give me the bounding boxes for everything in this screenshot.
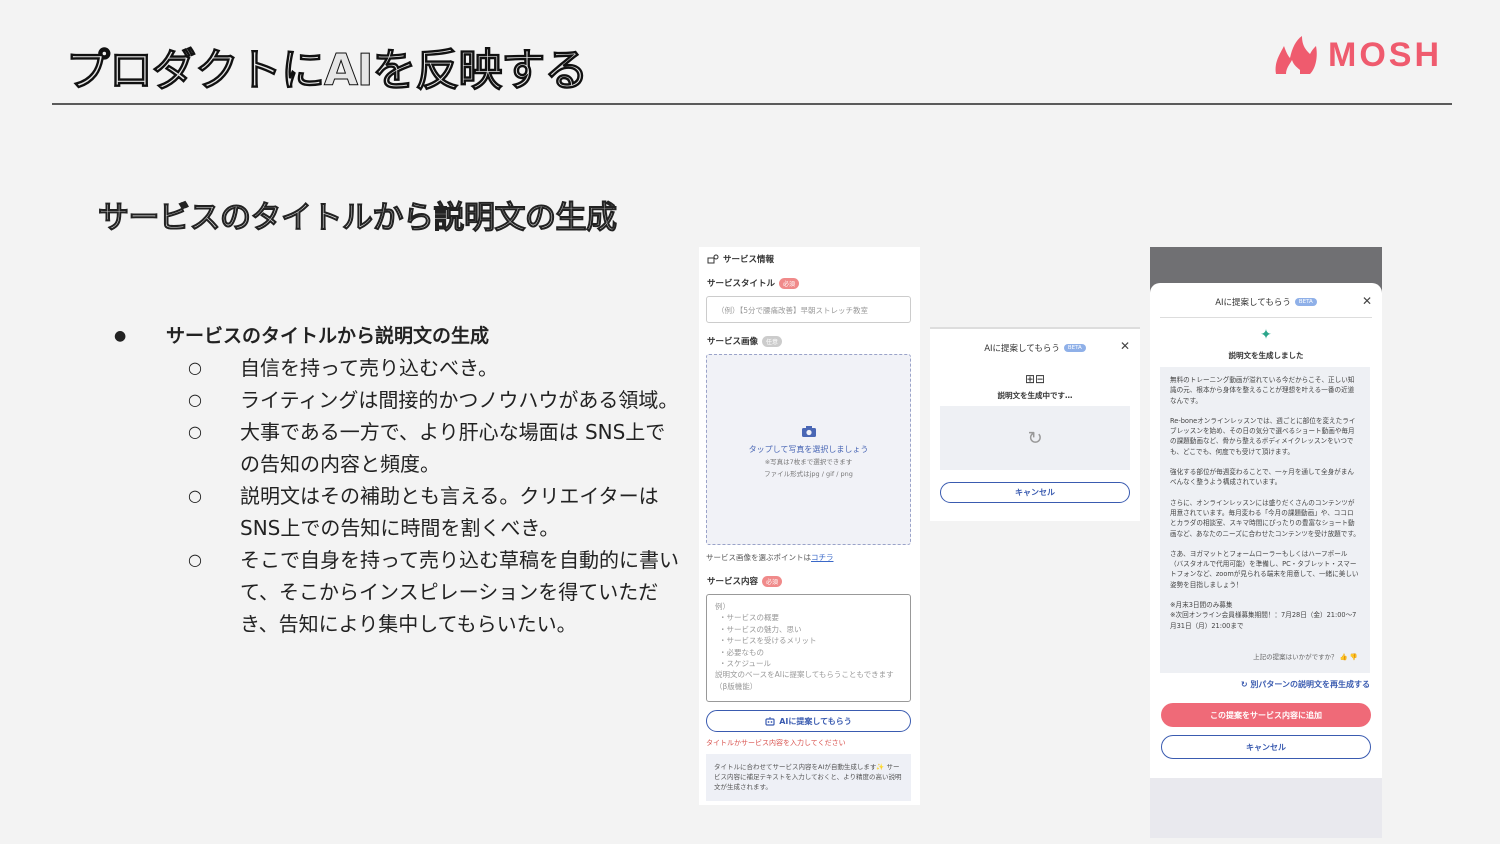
sub-bullet-marker: ○ <box>188 358 202 377</box>
slide-title: プロダクトにAIを反映する <box>65 45 588 97</box>
section-subtitle: サービスのタイトルから説明文の生成 <box>98 200 618 237</box>
bullet-dot: ● <box>114 328 127 344</box>
flame-logo-icon <box>1275 36 1317 74</box>
sub-bullet: ○ 説明文はその補助とも言える。クリエイターはSNS上での告知に時間を割くべき。 <box>188 480 680 544</box>
upload-note-format: ファイル形式はjpg / gif / png <box>764 470 853 478</box>
add-to-content-button[interactable]: この提案をサービス内容に追加 <box>1161 703 1371 727</box>
generated-description: 無料のトレーニング動画が溢れている今だからこそ、正しい知識の元、根本から身体を整… <box>1160 367 1370 673</box>
modal-title: AIに提案してもらう BETA <box>1150 296 1382 308</box>
ai-info-note: タイトルに合わせてサービス内容をAIが自動生成します✨ サービス内容に補足テキス… <box>706 754 911 801</box>
sub-bullet-text: 大事である一方で、より肝心な場面は SNS上での告知の内容と頻度。 <box>240 420 666 476</box>
description-paragraph: さらに、オンラインレッスンには盛りだくさんのコンテンツが用意されています。毎月変… <box>1170 498 1360 538</box>
description-paragraph: ※月末3日間のみ募集 ※次回オンライン会員様募集期間！：7月28日（金）21:0… <box>1170 601 1357 630</box>
modal-divider <box>1160 317 1372 318</box>
placeholder-line: ・必要なもの <box>719 647 764 657</box>
required-badge: 必須 <box>779 277 800 289</box>
placeholder-line: ・サービスを受けるメリット <box>719 636 817 646</box>
generated-text: 説明文を生成しました <box>1228 351 1304 360</box>
image-tip-link[interactable]: コチラ <box>811 553 834 562</box>
image-label: サービス画像 任意 <box>707 335 783 347</box>
bullet-list: ● サービスのタイトルから説明文の生成 ○ 自信を持って売り込むべき。 ○ ライティ… <box>110 320 680 640</box>
content-label: サービス内容 必須 <box>707 575 783 587</box>
form-section-header: サービス情報 <box>707 253 774 265</box>
content-label-text: サービス内容 <box>707 577 759 587</box>
ai-suggest-label: AIに提案してもらう <box>779 716 852 726</box>
optional-badge: 任意 <box>762 335 783 347</box>
sub-bullet-text: 自信を持って売り込むべき。 <box>240 356 498 380</box>
logo-text: MOSH <box>1328 35 1442 74</box>
title-divider <box>52 103 1452 105</box>
ai-suggest-button[interactable]: AIに提案してもらう <box>706 710 911 732</box>
robot-chat-icon: ⊞⊟ <box>1024 372 1046 386</box>
beta-badge: BETA <box>1063 344 1086 352</box>
service-info-icon <box>707 254 719 264</box>
modal-title-text: AIに提案してもらう <box>984 344 1060 354</box>
service-content-textarea[interactable]: 例） ・サービスの概要 ・サービスの魅力、思い ・サービスを受けるメリット ・必… <box>706 594 911 702</box>
robot-icon <box>765 716 775 726</box>
sub-bullet-marker: ○ <box>188 550 202 569</box>
sub-bullet: ○ ライティングは間接的かつノウハウがある領域。 <box>188 384 680 416</box>
service-title-input[interactable]: （例）【5分で腰痛改善】早朝ストレッチ教室 <box>706 296 911 323</box>
sparkle-icon: ✦ <box>1260 327 1272 343</box>
image-upload-area[interactable]: タップして写真を選択しましょう ※写真は7枚まで選択できます ファイル形式はjp… <box>706 354 911 545</box>
upload-note-count: ※写真は7枚まで選択できます <box>764 458 853 466</box>
close-icon[interactable]: ✕ <box>1362 294 1372 308</box>
placeholder-line: ・スケジュール <box>719 659 771 669</box>
placeholder-line: ・サービスの魅力、思い <box>719 624 802 634</box>
description-paragraph: さあ、ヨガマットとフォームローラーもしくはハーフポール（バスタオルで代用可能）を… <box>1170 549 1359 589</box>
description-paragraph: 強化する部位が毎週変わることで、一ヶ月を通して全身がまんべんなく整うよう構成され… <box>1170 468 1354 487</box>
spinner-icon: ↻ <box>1027 427 1043 449</box>
placeholder-line: 説明文のベースをAIに提案してもらうこともできます（β版機能） <box>715 670 894 691</box>
description-paragraph: 無料のトレーニング動画が溢れている今だからこそ、正しい知識の元、根本から身体を整… <box>1170 376 1355 405</box>
cancel-button[interactable]: キャンセル <box>1161 735 1371 759</box>
sub-bullet: ○ 大事である一方で、より肝心な場面は SNS上での告知の内容と頻度。 <box>188 416 680 480</box>
beta-badge: BETA <box>1294 298 1317 306</box>
sub-bullet-marker: ○ <box>188 390 202 409</box>
sub-bullet-marker: ○ <box>188 422 202 441</box>
sub-bullet-text: ライティングは間接的かつノウハウがある領域。 <box>240 388 679 412</box>
generating-modal-screenshot: AIに提案してもらう BETA ✕ ⊞⊟ 説明文を生成中です… ↻ キャンセル <box>930 327 1140 521</box>
generating-text: 説明文を生成中です… <box>997 391 1073 400</box>
mosh-logo: MOSH <box>1272 34 1442 76</box>
feedback-prompt[interactable]: 上記の提案はいかがですか？ 👍 👎 <box>1160 651 1370 661</box>
modal-title-text: AIに提案してもらう <box>1215 298 1291 308</box>
title-label: サービスタイトル 必須 <box>707 277 800 289</box>
sub-bullet: ○ 自信を持って売り込むべき。 <box>188 352 680 384</box>
modal-title: AIに提案してもらう BETA <box>930 342 1140 354</box>
image-label-text: サービス画像 <box>707 337 759 347</box>
camera-icon <box>707 423 910 442</box>
sub-bullet-marker: ○ <box>188 486 202 505</box>
result-modal-screenshot: AIに提案してもらう BETA ✕ ✦ 説明文を生成しました 無料のトレーニング… <box>1150 283 1382 778</box>
main-bullet-text: サービスのタイトルから説明文の生成 <box>166 325 490 347</box>
cancel-button[interactable]: キャンセル <box>940 482 1130 503</box>
service-form-screenshot: サービス情報 サービスタイトル 必須 （例）【5分で腰痛改善】早朝ストレッチ教室… <box>699 247 920 805</box>
validation-warning: タイトルかサービス内容を入力してください <box>706 739 846 747</box>
loading-box: ↻ <box>940 406 1130 470</box>
required-badge: 必須 <box>762 575 783 587</box>
placeholder-line: 例） <box>715 602 730 611</box>
sub-bullet-list: ○ 自信を持って売り込むべき。 ○ ライティングは間接的かつノウハウがある領域。 ○… <box>188 352 680 640</box>
regenerate-link[interactable]: ↻ 別パターンの説明文を再生成する <box>1150 679 1370 690</box>
form-section-title: サービス情報 <box>723 255 775 265</box>
image-tip: サービス画像を選ぶポイントはコチラ <box>706 552 834 563</box>
close-icon[interactable]: ✕ <box>1120 339 1130 353</box>
sub-bullet: ○ そこで自身を持って売り込む草稿を自動的に書いて、そこからインスピレーションを得… <box>188 544 680 640</box>
main-bullet: ● サービスのタイトルから説明文の生成 <box>110 320 680 352</box>
description-paragraph: Re-boneオンラインレッスンでは、週ごとに部位を変えたライブレッスンを始め、… <box>1170 416 1356 456</box>
sub-bullet-text: 説明文はその補助とも言える。クリエイターはSNS上での告知に時間を割くべき。 <box>240 484 659 540</box>
upload-text: タップして写真を選択しましょう <box>748 445 869 454</box>
placeholder-line: ・サービスの概要 <box>719 613 779 623</box>
sub-bullet-text: そこで自身を持って売り込む草稿を自動的に書いて、そこからインスピレーションを得て… <box>240 548 679 636</box>
modal-overlay-bottom <box>1150 778 1382 838</box>
title-label-text: サービスタイトル <box>707 279 776 289</box>
image-tip-text: サービス画像を選ぶポイントは <box>706 553 811 562</box>
